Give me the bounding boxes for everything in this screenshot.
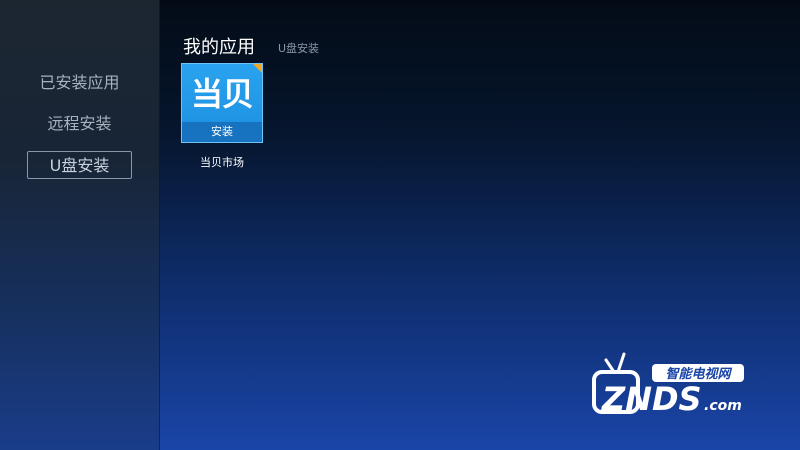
app-icon-install-label: 安装 — [182, 122, 262, 142]
tv-app-manager-screen: 已安装应用 远程安装 U盘安装 我的应用 U盘安装 当贝 安装 当贝市场 智能电… — [0, 0, 800, 450]
page-title: 我的应用 — [183, 37, 255, 58]
watermark-domain: .com — [704, 398, 742, 414]
watermark-brand: ZNDS — [601, 380, 702, 418]
app-icon-logo-text: 当贝 — [190, 75, 254, 113]
sidebar-item-usb-install[interactable]: U盘安装 — [27, 151, 132, 179]
page-subtitle: U盘安装 — [278, 42, 320, 55]
app-tile-dangbei-market[interactable]: 当贝 安装 — [181, 63, 263, 145]
znds-watermark-logo: 智能电视网 ZNDS .com — [592, 352, 744, 418]
sidebar-item-remote-install[interactable]: 远程安装 — [27, 110, 132, 138]
dangbei-app-icon: 当贝 安装 — [181, 63, 263, 143]
sidebar-item-installed-apps[interactable]: 已安装应用 — [27, 69, 132, 97]
app-name-label: 当贝市场 — [200, 156, 244, 169]
sidebar: 已安装应用 远程安装 U盘安装 — [0, 0, 160, 450]
antenna-right — [616, 352, 626, 374]
corner-badge — [253, 64, 262, 73]
